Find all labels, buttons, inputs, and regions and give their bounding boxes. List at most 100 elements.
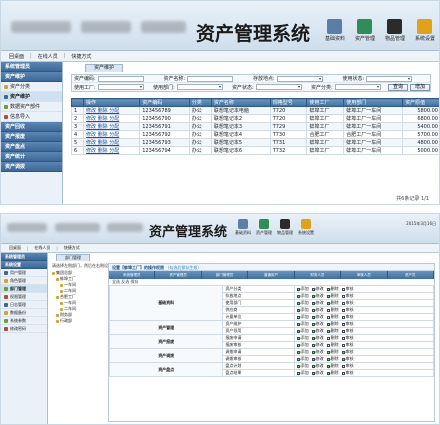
column-header[interactable]	[70, 98, 85, 107]
checkbox[interactable]	[296, 371, 300, 375]
header-button-3[interactable]: 系统设置	[415, 19, 435, 42]
checkbox[interactable]	[341, 364, 345, 368]
permission-option[interactable]: 添加	[296, 293, 309, 298]
home-link[interactable]: 回桌面	[9, 245, 21, 251]
sidebar-item[interactable]: 资产维护	[1, 92, 62, 102]
checkbox[interactable]	[311, 371, 315, 375]
column-header[interactable]: 规格型号	[269, 98, 308, 107]
role-tab[interactable]: 财务人员	[295, 271, 342, 279]
checkbox[interactable]	[296, 343, 300, 347]
checkbox[interactable]	[341, 336, 345, 340]
permission-option[interactable]: 修改	[311, 356, 324, 361]
checkbox[interactable]	[311, 301, 315, 305]
checkbox[interactable]	[311, 329, 315, 333]
permission-option[interactable]: 添加	[296, 286, 309, 291]
checkbox[interactable]	[341, 357, 345, 361]
checkbox[interactable]	[311, 294, 315, 298]
checkbox[interactable]	[311, 322, 315, 326]
permission-option[interactable]: 删除	[326, 314, 339, 319]
checkbox[interactable]	[326, 294, 330, 298]
role-tab[interactable]: 部门管理员	[202, 271, 249, 279]
permission-option[interactable]: 删除	[326, 363, 339, 368]
permission-option[interactable]: 审核	[341, 307, 354, 312]
sidebar-item[interactable]: 数据备份	[1, 309, 47, 317]
permission-option[interactable]: 审核	[341, 335, 354, 340]
checkbox[interactable]	[326, 315, 330, 319]
permission-option[interactable]: 删除	[326, 370, 339, 375]
checkbox[interactable]	[296, 322, 300, 326]
permission-option[interactable]: 修改	[311, 335, 324, 340]
header-button-0[interactable]: 基础资料	[325, 19, 345, 42]
sidebar-group[interactable]: 资产调拨	[1, 162, 62, 172]
permission-option[interactable]: 修改	[311, 307, 324, 312]
column-header[interactable]: 资产原值	[402, 98, 439, 107]
permission-option[interactable]: 审核	[341, 370, 354, 375]
sidebar-item[interactable]: 日志管理	[1, 301, 47, 309]
checkbox[interactable]	[311, 364, 315, 368]
permission-option[interactable]: 审核	[341, 356, 354, 361]
select-field[interactable]	[366, 75, 413, 82]
table-row[interactable]: 4 修改 删除 分配 123456792 办公 联想笔记本4 T730 合肥工厂 合肥工厂一车…	[70, 130, 439, 139]
checkbox[interactable]	[326, 287, 330, 291]
sidebar-group[interactable]: 资产盘点	[1, 142, 62, 152]
sidebar-group-system[interactable]: 系统设置	[1, 261, 47, 269]
permission-option[interactable]: 删除	[326, 293, 339, 298]
permission-option[interactable]: 添加	[296, 342, 309, 347]
checkbox[interactable]	[341, 294, 345, 298]
permission-option[interactable]: 删除	[326, 342, 339, 347]
checkbox[interactable]	[296, 315, 300, 319]
permission-option[interactable]: 添加	[296, 349, 309, 354]
text-input[interactable]	[97, 75, 144, 82]
permission-option[interactable]: 删除	[326, 349, 339, 354]
permission-option[interactable]: 删除	[326, 307, 339, 312]
permission-option[interactable]: 审核	[341, 328, 354, 333]
permission-option[interactable]: 添加	[296, 314, 309, 319]
permission-option[interactable]: 审核	[341, 321, 354, 326]
select-field[interactable]	[97, 84, 144, 90]
table-row[interactable]: 1 修改 删除 分配 123456789 办公 联想笔记本电脑 T720 蚌埠工厂 蚌埠工厂一…	[70, 106, 439, 115]
checkbox[interactable]	[311, 336, 315, 340]
sidebar-group-asset-maintenance[interactable]: 资产维护	[1, 72, 62, 82]
permission-option[interactable]: 修改	[311, 314, 324, 319]
checkbox[interactable]	[341, 301, 345, 305]
checkbox[interactable]	[326, 364, 330, 368]
header-button-3[interactable]: 系统设置	[298, 219, 314, 236]
add-button[interactable]: 增加	[409, 83, 430, 91]
column-header[interactable]: 资产名称	[210, 98, 271, 107]
permission-option[interactable]: 修改	[311, 300, 324, 305]
checkbox[interactable]	[341, 322, 345, 326]
permission-option[interactable]: 修改	[311, 370, 324, 375]
role-tab[interactable]: 审核人员	[341, 271, 388, 279]
checkbox[interactable]	[311, 357, 315, 361]
sidebar-item[interactable]: 角色管理	[1, 277, 47, 285]
select-field[interactable]	[176, 84, 223, 90]
online-users-link[interactable]: 在线人员	[34, 245, 50, 251]
checkbox[interactable]	[296, 357, 300, 361]
role-tab[interactable]: 资产管理员	[155, 271, 202, 279]
permission-option[interactable]: 审核	[341, 363, 354, 368]
checkbox[interactable]	[326, 322, 330, 326]
checkbox[interactable]	[296, 364, 300, 368]
checkbox[interactable]	[296, 329, 300, 333]
sidebar-item[interactable]: 资产分类	[1, 82, 62, 92]
checkbox[interactable]	[341, 329, 345, 333]
checkbox[interactable]	[341, 315, 345, 319]
checkbox[interactable]	[296, 350, 300, 354]
checkbox[interactable]	[311, 287, 315, 291]
column-header[interactable]: 分类	[188, 98, 212, 107]
permission-option[interactable]: 审核	[341, 342, 354, 347]
header-button-1[interactable]: 资产管理	[355, 19, 375, 42]
checkbox[interactable]	[296, 301, 300, 305]
query-button[interactable]: 查询	[387, 83, 408, 91]
checkbox[interactable]	[326, 308, 330, 312]
sidebar-item[interactable]: 信息导入	[1, 112, 62, 122]
permission-option[interactable]: 删除	[326, 335, 339, 340]
permission-option[interactable]: 审核	[341, 286, 354, 291]
checkbox[interactable]	[326, 301, 330, 305]
checkbox[interactable]	[326, 343, 330, 347]
checkbox[interactable]	[311, 343, 315, 347]
table-cell[interactable]: 修改 删除 分配	[83, 130, 141, 139]
permission-option[interactable]: 添加	[296, 356, 309, 361]
permission-option[interactable]: 修改	[311, 286, 324, 291]
checkbox[interactable]	[341, 343, 345, 347]
